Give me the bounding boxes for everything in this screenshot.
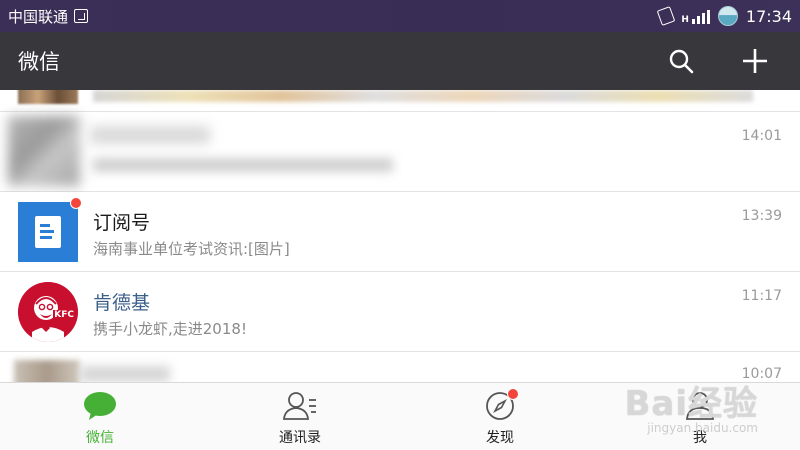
page-title: 微信 — [18, 50, 60, 74]
chat-name: 订阅号 — [93, 212, 151, 234]
avatar — [8, 116, 80, 186]
battery-icon — [717, 6, 738, 26]
chat-bubble-icon — [84, 392, 116, 420]
tab-label: 微信 — [86, 430, 114, 446]
plus-icon — [743, 49, 767, 73]
tab-label: 通讯录 — [279, 430, 321, 446]
kfc-avatar: KFC — [18, 282, 78, 342]
chat-time: 11:17 — [741, 288, 782, 304]
tab-label: 发现 — [486, 430, 514, 446]
search-button[interactable] — [664, 44, 698, 78]
avatar — [14, 360, 80, 382]
blurred-preview — [93, 158, 393, 172]
unread-dot — [507, 388, 519, 400]
chat-item-subscriptions[interactable]: 订阅号 海南事业单位考试资讯:[图片] 13:39 — [0, 192, 800, 272]
contacts-icon — [283, 392, 316, 420]
blurred-preview — [93, 90, 753, 102]
tab-me[interactable]: 我 — [600, 383, 800, 450]
add-button[interactable] — [738, 44, 772, 78]
chat-item[interactable] — [0, 90, 800, 112]
search-icon — [669, 49, 694, 74]
chat-item[interactable]: 10:07 — [0, 352, 800, 382]
avatar — [18, 90, 78, 104]
chat-name: 肯德基 — [93, 292, 151, 314]
chat-list[interactable]: 14:01 订阅号 海南事业单位考试资讯:[图片] 13:39 KFC 肯德基 … — [0, 90, 800, 382]
network-type-label: H — [681, 15, 689, 25]
subscription-avatar — [18, 202, 78, 262]
unread-dot — [70, 197, 82, 209]
blurred-name — [80, 366, 170, 382]
bottom-nav: 微信 通讯录 发现 我 — [0, 382, 800, 450]
tab-contacts[interactable]: 通讯录 — [200, 383, 400, 450]
carrier-label: 中国联通 — [8, 7, 69, 26]
tab-chats[interactable]: 微信 — [0, 383, 200, 450]
chat-item[interactable]: 14:01 — [0, 112, 800, 192]
screenshot-notification-icon — [74, 9, 89, 23]
chat-time: 14:01 — [741, 128, 782, 144]
chat-preview: 携手小龙虾,走进2018! — [93, 320, 247, 338]
document-icon — [35, 216, 61, 248]
blurred-name — [90, 126, 210, 144]
tab-discover[interactable]: 发现 — [400, 383, 600, 450]
vibrate-icon — [657, 6, 676, 26]
status-bar: 中国联通 H 17:34 — [0, 0, 800, 32]
person-icon — [686, 392, 714, 420]
tab-label: 我 — [693, 430, 707, 446]
signal-icon: H — [681, 8, 710, 25]
app-header: 微信 — [0, 32, 800, 90]
chat-time: 13:39 — [741, 208, 782, 224]
chat-preview: 海南事业单位考试资讯:[图片] — [93, 240, 290, 258]
chat-time: 10:07 — [741, 366, 782, 382]
status-time: 17:34 — [745, 6, 792, 26]
chat-item-kfc[interactable]: KFC 肯德基 携手小龙虾,走进2018! 11:17 — [0, 272, 800, 352]
kfc-logo-text: KFC — [53, 310, 75, 320]
